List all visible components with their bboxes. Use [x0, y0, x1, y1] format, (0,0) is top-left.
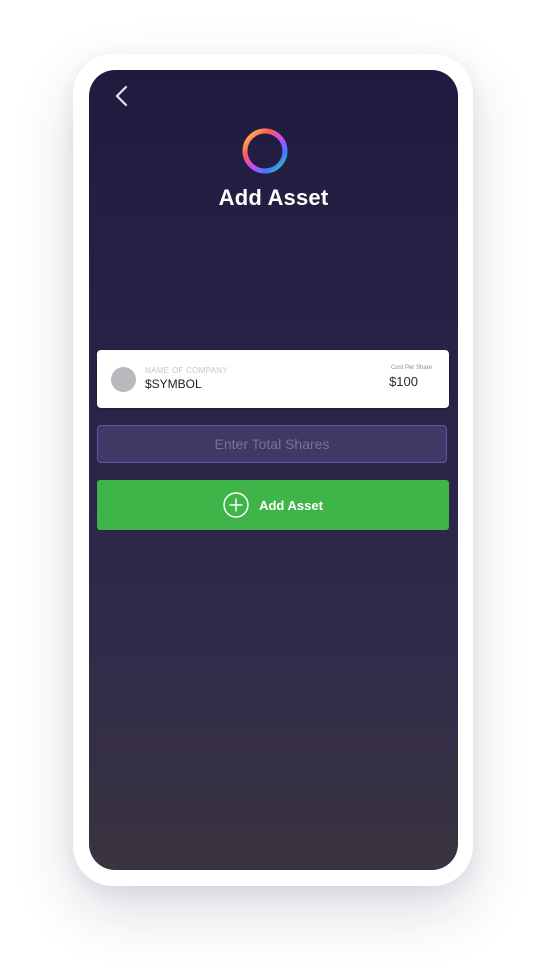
add-asset-button[interactable]: Add Asset [97, 480, 449, 530]
total-shares-input[interactable] [97, 425, 447, 463]
stage: Add Asset NAME OF COMPANY $SYMBOL Cost P… [0, 0, 546, 976]
company-card[interactable]: NAME OF COMPANY $SYMBOL Cost Per Share $… [97, 350, 449, 408]
rainbow-ring-logo-icon [242, 128, 288, 174]
plus-circle-icon [223, 492, 249, 518]
cost-per-share-value: $100 [389, 374, 418, 389]
app-screen: Add Asset NAME OF COMPANY $SYMBOL Cost P… [89, 70, 458, 870]
cost-per-share-label: Cost Per Share [390, 365, 432, 371]
company-name-label: NAME OF COMPANY [145, 366, 229, 375]
page-title: Add Asset [218, 185, 329, 210]
company-symbol: $SYMBOL [145, 377, 202, 391]
app-logo [239, 128, 291, 180]
add-asset-button-label: Add Asset [259, 497, 323, 513]
back-button[interactable] [107, 82, 137, 112]
company-avatar [111, 367, 136, 392]
chevron-left-icon [115, 85, 128, 107]
